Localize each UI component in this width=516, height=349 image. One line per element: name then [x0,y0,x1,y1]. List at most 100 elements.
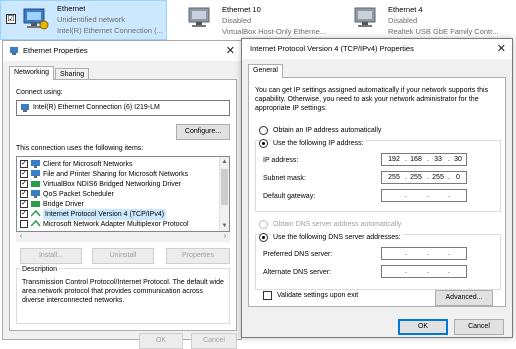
ipv4-properties-dialog: Internet Protocol Version 4 (TCP/IPv4) P… [241,38,513,338]
connection-device: Realtek USB GbE Family Contr... [388,27,499,36]
items-list[interactable]: ✓ Client for Microsoft Networks ✓ File a… [16,156,230,232]
octet: 255 [388,174,400,181]
connection-status: Disabled [388,16,418,25]
ok-button[interactable]: OK [139,333,183,349]
octet: 168 [410,156,422,163]
octet-dot: . [405,250,407,257]
adapter-name: Intel(R) Ethernet Connection (6) I219-LM [33,104,160,111]
dialog-title: Internet Protocol Version 4 (TCP/IPv4) P… [250,44,414,53]
connection-name: Ethernet 10 [222,5,261,14]
obtain-dns-auto-label[interactable]: Obtain DNS server address automatically [273,220,401,229]
use-following-dns-radio[interactable] [259,233,268,242]
alternate-dns-input[interactable]: . . . [381,265,467,278]
connection-ethernet-10[interactable]: Ethernet 10 Disabled VirtualBox Host-Onl… [180,0,350,40]
network-protocol-icon [31,220,41,227]
item-checkbox[interactable]: ✓ [20,160,28,168]
connection-device: Intel(R) Ethernet Connection (... [57,26,163,35]
uninstall-button[interactable]: Uninstall [92,248,154,264]
cancel-button[interactable]: Cancel [191,333,237,349]
connection-name: Ethernet 4 [388,5,423,14]
connection-status: Unidentified network [57,15,125,24]
octet: 192 [388,156,400,163]
close-icon[interactable]: ✕ [497,42,506,55]
use-following-dns-label[interactable]: Use the following DNS server addresses: [271,233,403,242]
scroll-thumb[interactable] [221,169,228,205]
connection-device: VirtualBox Host-Only Etherne... [222,27,327,36]
network-service-icon [31,190,40,198]
subnet-mask-label: Subnet mask: [263,175,306,182]
octet: 30 [454,156,462,163]
validate-label[interactable]: Validate settings upon exit [277,291,358,300]
octet: 255 [432,174,444,181]
cancel-button[interactable]: Cancel [454,319,504,335]
dns-group [255,234,501,290]
scroll-down-icon[interactable]: ▼ [220,221,229,231]
connection-checkbox[interactable]: ☑ [6,14,16,24]
use-following-ip-radio[interactable] [259,139,268,148]
ip-address-input[interactable]: 192 . 168 . 33 . 30 [381,153,467,166]
advanced-button[interactable]: Advanced... [435,290,493,306]
octet-dot: . [405,268,407,275]
subnet-mask-input[interactable]: 255 . 255 . 255 . 0 [381,171,467,184]
octet: 255 [410,174,422,181]
validate-checkbox[interactable] [263,291,272,300]
octet-dot: . [427,250,429,257]
obtain-ip-auto-radio[interactable] [259,126,268,135]
network-service-icon [31,170,40,178]
connection-status: Disabled [222,16,252,25]
network-client-icon [31,160,40,168]
vertical-scrollbar[interactable]: ▲ ▼ [219,157,229,231]
description-text: Transmission Control Protocol/Internet P… [22,279,224,304]
properties-button[interactable]: Properties [166,248,230,264]
network-adapter-disabled-icon [354,7,376,27]
connection-ethernet[interactable]: ☑ Ethernet Unidentified network Intel(R)… [0,0,167,40]
tab-general[interactable]: General [248,64,283,78]
item-checkbox[interactable]: ✓ [20,200,28,208]
configure-button[interactable]: Configure... [176,124,230,140]
close-icon[interactable]: ✕ [226,44,235,57]
title-bar: Ethernet Properties ✕ [3,41,241,61]
connection-name: Ethernet [57,4,86,13]
network-adapter-icon [23,8,49,30]
item-checkbox[interactable]: ✓ [20,170,28,178]
network-adapter-icon [21,104,29,112]
connect-using-label: Connect using: [16,89,63,96]
item-checkbox[interactable]: ✓ [20,190,28,198]
default-gateway-input[interactable]: . . . [381,189,467,202]
network-driver-icon [31,201,40,207]
octet-dot: . [448,192,450,199]
octet-dot: . [448,268,450,275]
ok-button[interactable]: OK [398,319,448,335]
scroll-left-icon[interactable]: ‹ [16,232,26,242]
title-bar: Internet Protocol Version 4 (TCP/IPv4) P… [242,39,512,59]
obtain-dns-auto-radio[interactable] [259,220,268,229]
ethernet-properties-dialog: Ethernet Properties ✕ Networking Sharing… [2,40,242,349]
octet: 33 [434,156,442,163]
scroll-up-icon[interactable]: ▲ [220,157,229,167]
default-gateway-label: Default gateway: [263,193,316,200]
network-adapter-icon [10,47,18,55]
network-adapter-disabled-icon [188,7,210,27]
item-checkbox[interactable] [20,220,28,228]
items-label: This connection uses the following items… [16,145,144,152]
preferred-dns-input[interactable]: . . . [381,247,467,260]
preferred-dns-label: Preferred DNS server: [263,251,333,258]
description-label: Description [20,265,60,274]
ip-address-label: IP address: [263,157,299,164]
scroll-right-icon[interactable]: › [220,232,230,242]
item-label: Microsoft Network Adapter Multiplexor Pr… [43,221,189,228]
tab-networking[interactable]: Networking [9,66,55,80]
networking-panel: Connect using: Intel(R) Ethernet Connect… [9,79,237,331]
dialog-title: Ethernet Properties [23,46,88,55]
alternate-dns-label: Alternate DNS server: [263,269,332,276]
horizontal-scrollbar[interactable]: ‹ › [16,232,230,242]
intro-text: You can get IP settings assigned automat… [255,87,489,112]
use-following-ip-label[interactable]: Use the following IP address: [271,139,366,148]
item-checkbox[interactable]: ✓ [20,210,28,218]
item-checkbox[interactable]: ✓ [20,180,28,188]
install-button[interactable]: Install... [20,248,82,264]
connection-ethernet-4[interactable]: Ethernet 4 Disabled Realtek USB GbE Fami… [350,0,516,40]
octet: 0 [456,174,460,181]
octet-dot: . [427,192,429,199]
obtain-ip-auto-label[interactable]: Obtain an IP address automatically [273,126,381,135]
